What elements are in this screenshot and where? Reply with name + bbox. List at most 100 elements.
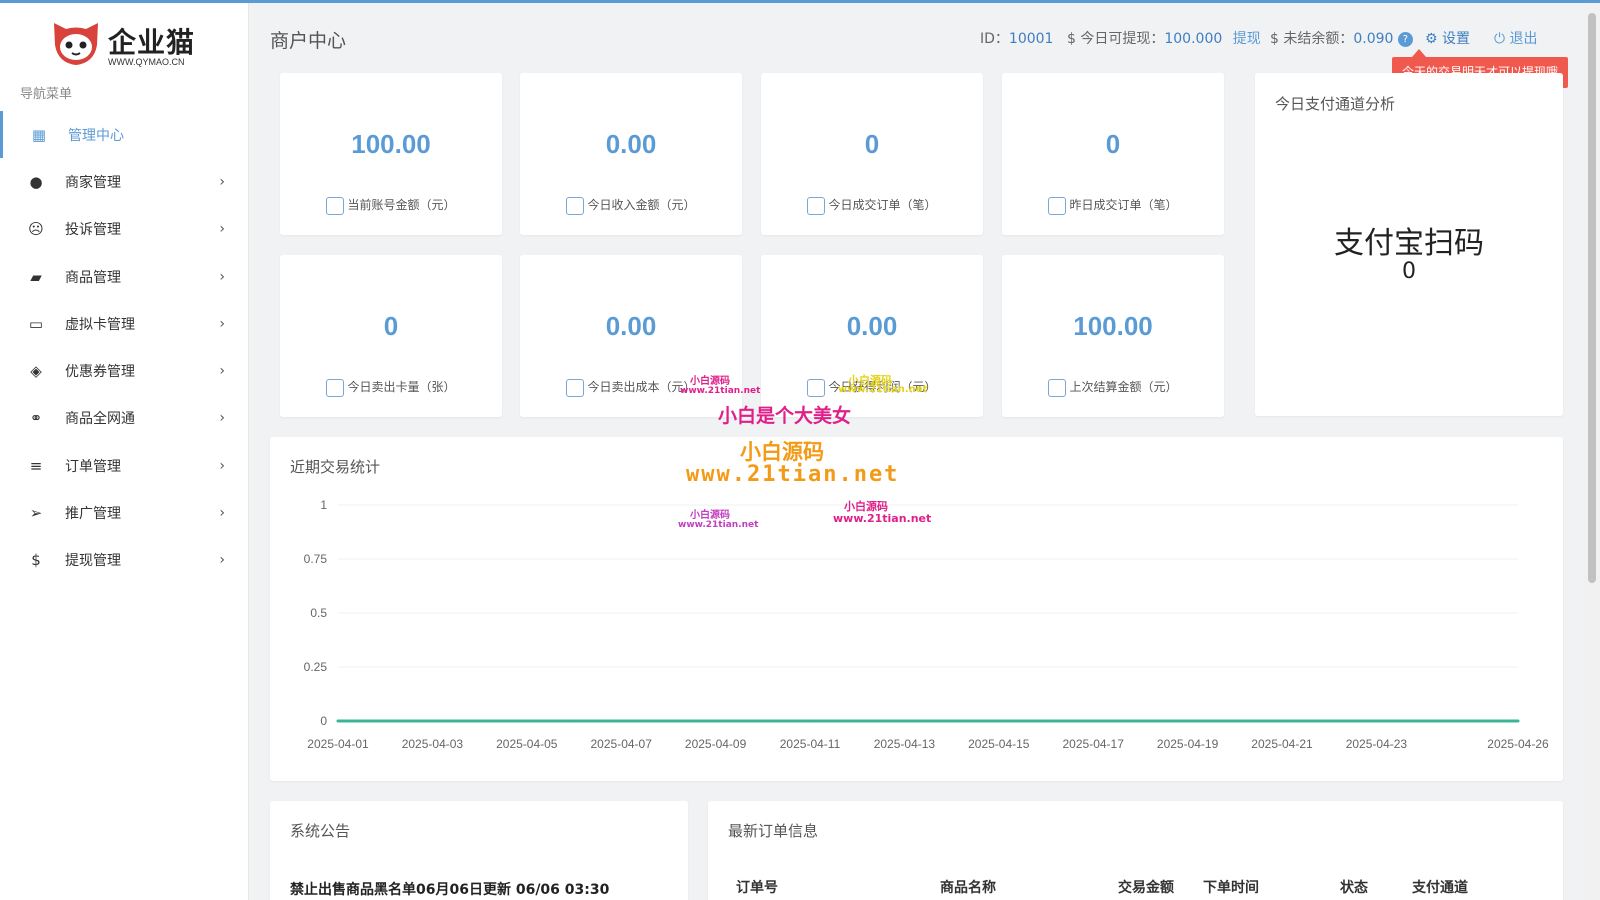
chart-data-point[interactable] — [337, 720, 340, 723]
chart-data-point[interactable] — [1375, 720, 1378, 723]
chart-data-point[interactable] — [1233, 720, 1236, 723]
sidebar-item-4[interactable]: ▭虚拟卡管理› — [0, 300, 249, 347]
notice-title: 系统公告 — [290, 820, 350, 841]
orders-column-header[interactable]: 状态 — [1340, 877, 1368, 897]
chart-data-point[interactable] — [714, 720, 717, 723]
chevron-right-icon: › — [219, 316, 225, 332]
sidebar-item-2[interactable]: ☹投诉管理› — [0, 206, 249, 253]
sidebar-item-label: 提现管理 — [65, 550, 121, 570]
dashboard-icon: ▦ — [30, 126, 48, 144]
sidebar-item-1[interactable]: ●商家管理› — [0, 158, 249, 205]
chart-x-tick-label: 2025-04-11 — [780, 737, 841, 751]
trade-line-chart: 10.750.50.2502025-04-012025-04-032025-04… — [270, 437, 1563, 781]
chart-data-point[interactable] — [809, 720, 812, 723]
stat-card: 100.00上次结算金额（元） — [1002, 255, 1224, 417]
orders-column-header[interactable]: 交易金额 — [1118, 877, 1174, 897]
stat-icon — [1048, 197, 1066, 215]
cat-logo-icon — [50, 19, 102, 67]
sidebar-item-0[interactable]: ▦管理中心 — [0, 111, 249, 158]
chart-y-tick-label: 0.5 — [310, 606, 327, 620]
stat-label: 今日卖出成本（元） — [520, 378, 742, 397]
logout-link[interactable]: ⏻ 退出 — [1494, 28, 1538, 48]
chart-data-point[interactable] — [620, 720, 623, 723]
stat-card: 0.00今日收入金额（元） — [520, 73, 742, 235]
brand-logo[interactable]: 企业猫 WWW.QYMAO.CN — [50, 19, 200, 71]
chart-x-tick-label: 2025-04-07 — [591, 737, 653, 751]
stat-icon — [1048, 379, 1066, 397]
chart-data-point[interactable] — [761, 720, 764, 723]
pay-channel-title: 今日支付通道分析 — [1275, 93, 1395, 114]
chart-x-tick-label: 2025-04-13 — [874, 737, 936, 751]
chart-data-point[interactable] — [1328, 720, 1331, 723]
chart-data-point[interactable] — [1422, 720, 1425, 723]
chart-x-tick-label: 2025-04-19 — [1157, 737, 1219, 751]
pay-channel-count: 0 — [1255, 259, 1563, 284]
sidebar-item-6[interactable]: ⚭商品全网通› — [0, 395, 249, 442]
chart-data-point[interactable] — [856, 720, 859, 723]
chevron-right-icon: › — [219, 410, 225, 426]
chart-x-tick-label: 2025-04-05 — [496, 737, 558, 751]
chart-data-point[interactable] — [1517, 720, 1520, 723]
orders-column-header[interactable]: 订单号 — [736, 877, 778, 897]
chart-y-tick-label: 0.25 — [304, 660, 328, 674]
page-scrollbar[interactable] — [1584, 3, 1600, 900]
shopping-bag-icon: ▰ — [27, 268, 45, 286]
chart-x-tick-label: 2025-04-21 — [1251, 737, 1313, 751]
stat-icon — [566, 197, 584, 215]
notice-item[interactable]: 禁止出售商品黑名单06月06日更新 06/06 03:30 — [290, 879, 609, 899]
chart-data-point[interactable] — [1045, 720, 1048, 723]
nav-title: 导航菜单 — [20, 83, 72, 102]
handshake-icon: ⚭ — [27, 409, 45, 427]
chart-x-tick-label: 2025-04-26 — [1487, 737, 1549, 751]
chart-data-point[interactable] — [950, 720, 953, 723]
scrollbar-thumb[interactable] — [1588, 13, 1596, 583]
sidebar-item-5[interactable]: ◈ 优惠券管理 › — [0, 347, 249, 394]
orders-column-header[interactable]: 支付通道 — [1412, 877, 1468, 897]
stat-label-text: 今日卖出卡量（张） — [347, 380, 455, 394]
sidebar-item-label: 订单管理 — [65, 456, 121, 476]
orders-column-header[interactable]: 商品名称 — [940, 877, 996, 897]
settings-link[interactable]: ⚙ 设置 — [1425, 28, 1470, 48]
chart-data-point[interactable] — [1281, 720, 1284, 723]
sidebar-item-7[interactable]: ≡订单管理› — [0, 442, 249, 489]
chart-x-tick-label: 2025-04-15 — [968, 737, 1030, 751]
chart-data-point[interactable] — [997, 720, 1000, 723]
notice-card: 系统公告 禁止出售商品黑名单06月06日更新 06/06 03:30 — [270, 801, 688, 900]
unsettled-label: $ 未结余额： — [1270, 31, 1353, 47]
chart-data-point[interactable] — [1139, 720, 1142, 723]
chart-data-point[interactable] — [667, 720, 670, 723]
chevron-right-icon: › — [219, 174, 225, 190]
sidebar-item-3[interactable]: ▰商品管理› — [0, 253, 249, 300]
logout-label: 退出 — [1510, 31, 1538, 47]
sidebar-item-8[interactable]: ➢推广管理› — [0, 489, 249, 536]
sidebar-item-label: 优惠券管理 — [65, 361, 135, 381]
page-title: 商户中心 — [270, 26, 346, 53]
chart-data-point[interactable] — [1186, 720, 1189, 723]
stat-icon — [807, 197, 825, 215]
stat-value: 100.00 — [1002, 311, 1224, 342]
withdraw-link[interactable]: 提现 — [1233, 31, 1261, 47]
ticket-icon: ◈ — [27, 362, 45, 380]
chart-y-tick-label: 0.75 — [304, 552, 328, 566]
orders-column-header[interactable]: 下单时间 — [1203, 877, 1259, 897]
chart-data-point[interactable] — [903, 720, 906, 723]
chart-data-point[interactable] — [384, 720, 387, 723]
help-icon[interactable]: ? — [1398, 32, 1413, 47]
sidebar-item-9[interactable]: $提现管理› — [0, 537, 249, 584]
list-icon: ≡ — [27, 457, 45, 475]
sidebar-item-label: 推广管理 — [65, 503, 121, 523]
merchant-id: ID：10001 — [980, 28, 1053, 48]
chart-x-tick-label: 2025-04-01 — [307, 737, 369, 751]
chart-data-point[interactable] — [1092, 720, 1095, 723]
stat-label-text: 今日获得利润（元） — [828, 380, 936, 394]
merchant-id-label: ID： — [980, 31, 1009, 47]
chart-data-point[interactable] — [573, 720, 576, 723]
chart-data-point[interactable] — [1469, 720, 1472, 723]
chevron-right-icon: › — [219, 363, 225, 379]
chart-data-point[interactable] — [431, 720, 434, 723]
chart-data-point[interactable] — [525, 720, 528, 723]
withdrawable-label: $ 今日可提现： — [1067, 31, 1164, 47]
chart-y-tick-label: 0 — [320, 714, 327, 728]
chart-data-point[interactable] — [478, 720, 481, 723]
sidebar-nav: ▦管理中心●商家管理›☹投诉管理›▰商品管理›▭虚拟卡管理›◈优惠券管理›⚭商品… — [0, 111, 249, 584]
